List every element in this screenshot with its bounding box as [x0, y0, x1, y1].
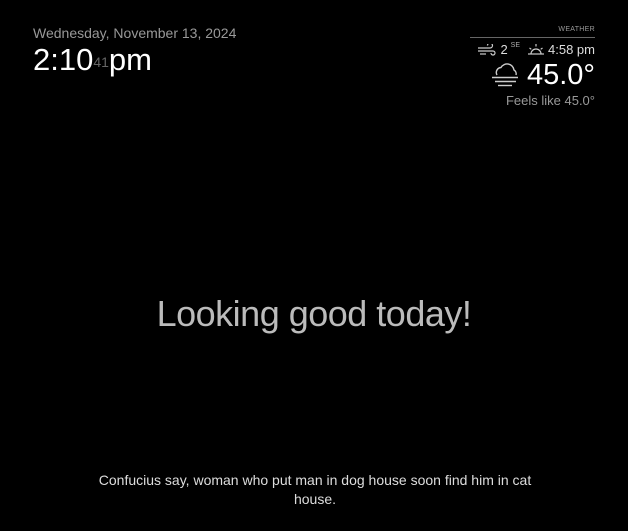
wind-speed: 2	[500, 42, 508, 57]
current-temperature: 45.0°	[526, 59, 595, 91]
clock-hours-minutes: 2:10	[33, 42, 94, 77]
sunset-time: 4:58 pm	[548, 42, 595, 57]
clock-period: pm	[108, 42, 152, 77]
magic-mirror-screen: Wednesday, November 13, 2024 2:1041pm WE…	[0, 0, 628, 531]
wind-icon	[477, 43, 497, 56]
sunset-icon	[527, 43, 545, 57]
clock-time: 2:1041pm	[33, 43, 236, 77]
weather-header: WEATHER	[470, 25, 595, 38]
weather-temp-row: 45.0°	[470, 60, 595, 90]
clock-seconds: 41	[93, 54, 109, 70]
weather-wind-sunset-row: 2 SE 4:58 pm	[470, 42, 595, 57]
clock-module: Wednesday, November 13, 2024 2:1041pm	[33, 25, 236, 77]
quote-text: Confucius say, woman who put man in dog …	[98, 472, 532, 507]
wind-direction: SE	[510, 42, 521, 49]
cloudy-fog-icon	[489, 62, 521, 88]
weather-module: WEATHER 2 SE 4:58 pm 45.0° Feels like 45…	[470, 25, 595, 109]
compliment-text: Looking good today!	[156, 293, 472, 334]
clock-date: Wednesday, November 13, 2024	[33, 25, 237, 41]
feels-like: Feels like 45.0°	[505, 93, 595, 108]
